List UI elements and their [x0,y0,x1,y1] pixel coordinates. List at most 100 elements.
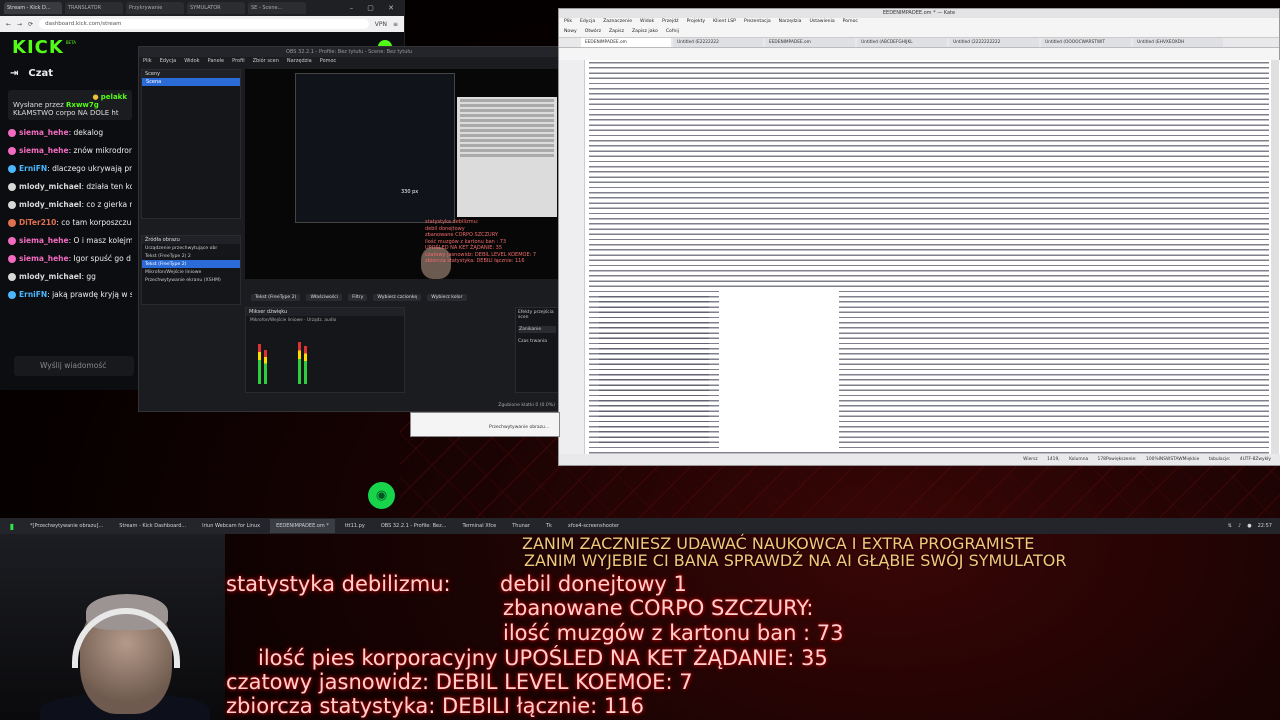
obs-preview[interactable]: statystyka debilizmu: debil donejtowy zban… [245,69,559,279]
source-toolbar-button[interactable]: Wybierz kolor [427,293,467,301]
obs-menu-item[interactable]: Profil [232,57,244,66]
chat-username[interactable]: mlody_michael [19,272,81,281]
kate-tool-button[interactable]: Nowy [564,26,577,37]
kate-menu-item[interactable]: Widok [640,18,654,26]
kate-menu-item[interactable]: Klient LSP [713,18,736,26]
forward-icon[interactable]: → [17,21,22,28]
chat-username[interactable]: ErniFN [19,164,47,173]
source-toolbar-button[interactable]: Filtry [348,293,368,301]
obs-menu-item[interactable]: Plik [143,57,152,66]
browser-tab[interactable]: SE - Scene... [248,2,306,14]
source-toolbar-button[interactable]: Właściwości [306,293,343,301]
browser-tab[interactable]: SYMULATOR [187,2,245,14]
chat-username[interactable]: mlody_michael [19,182,81,191]
chat-message[interactable]: siema_hehe: O i masz kolejm [8,232,132,250]
window-controls-icon[interactable]: – ▢ ✕ [350,4,400,12]
chat-message[interactable]: mlody_michael: co z gierka na r [8,196,132,214]
kate-tool-button[interactable]: Zapisz [609,26,624,37]
code-editor[interactable] [559,60,1280,456]
kate-menu-item[interactable]: Przejdź [662,18,678,26]
chat-username[interactable]: siema_hehe [19,236,69,245]
kate-status-item[interactable]: INS [1159,457,1166,462]
taskbar-item[interactable]: Stream - Kick Dashboard... [113,519,192,533]
chat-message[interactable]: DiTer210: co tam korposzczu [8,214,132,232]
source-toolbar-button[interactable]: Wybierz czcionkę [373,293,422,301]
kate-tab[interactable]: Untitled (2222222222 [949,38,1039,47]
chat-username[interactable]: siema_hehe [19,128,69,137]
kate-status-item[interactable]: WSTAW [1166,457,1183,462]
taskbar-item[interactable]: Terminal Xfce [456,519,502,533]
source-toolbar-button[interactable]: Tekst (FreeType 2) [251,293,301,301]
pinned-message[interactable]: ● pelakk Wysłane przez Rxww7g KŁAMSTWO c… [8,90,132,120]
mic-icon[interactable]: ● [1247,523,1251,529]
taskbar-item[interactable]: Iriun Webcam for Linux [196,519,266,533]
kate-tool-button[interactable]: Zapisz jako [632,26,658,37]
chat-username[interactable]: ErniFN [19,290,47,299]
obs-menu-item[interactable]: Zbiór scen [253,57,279,66]
address-bar[interactable]: dashboard.kick.com/stream [39,19,369,29]
kate-status-item[interactable]: Zwykły [1255,457,1271,462]
kate-tab[interactable]: EEDENIMPADEE.om [765,38,855,47]
source-item[interactable]: Przechwytywanie ekranu (XSHM) [142,276,240,284]
source-item[interactable]: Mikrofon/Wejście liniowe [142,268,240,276]
chat-message[interactable]: siema_hehe: znów mikrodron [8,142,132,160]
browser-tab[interactable]: TRANSLATOR [65,2,123,14]
taskbar-item[interactable]: Tk [540,519,558,533]
obs-menu-item[interactable]: Pomoc [320,57,337,66]
source-item[interactable]: Tekst (FreeType 2) [142,260,240,268]
back-icon[interactable]: ← [6,21,11,28]
kate-menu-item[interactable]: Zaznaczenie [603,18,632,26]
collapse-chat-icon[interactable]: ⇥ [10,68,18,79]
volume-icon[interactable]: ♪ [1238,523,1241,529]
chat-username[interactable]: siema_hehe [19,254,69,263]
headset-icon[interactable]: ◉ [368,482,395,509]
chat-input[interactable]: Wyślij wiadomość [14,356,134,376]
kate-menu-item[interactable]: Ustawienia [809,18,834,26]
kate-status-item[interactable]: Wiersz 1419, Kolumna 178 [1023,457,1106,462]
transition-select[interactable]: Zanikanie [518,326,556,333]
kate-status-item[interactable]: Miękkie tabulacje: 4 [1183,457,1243,462]
kate-tab[interactable]: Untitled (E2222222 [673,38,763,47]
obs-menu-item[interactable]: Edycja [160,57,177,66]
app-menu-icon[interactable]: ▮ [0,522,24,531]
taskbar-item[interactable]: Thunar [506,519,536,533]
chat-message[interactable]: siema_hehe: Igor spuść go d [8,250,132,268]
chat-username[interactable]: siema_hehe [19,146,69,155]
chat-username[interactable]: mlody_michael [19,200,81,209]
scene-item[interactable]: Scena [142,78,240,86]
editor-scrollbar[interactable] [1271,60,1279,456]
browser-tab[interactable]: Stream - Kick D... [4,2,62,14]
network-icon[interactable]: ⇅ [1228,523,1232,529]
chat-message[interactable]: ErniFN: dlaczego ukrywają praw [8,160,132,178]
kate-tab[interactable]: Untitled (EHVXEOXDH [1133,38,1223,47]
obs-menu-item[interactable]: Narzędzia [287,57,312,66]
menu-icon[interactable]: ≡ [393,21,398,28]
chat-message[interactable]: siema_hehe: dekalog [8,124,132,142]
chat-username[interactable]: DiTer210 [19,218,56,227]
taskbar-item[interactable]: OBS 32.2.1 - Profile: Bez... [375,519,453,533]
source-item[interactable]: Tekst (FreeType 2) 2 [142,252,240,260]
obs-menu-item[interactable]: Panele [208,57,225,66]
kate-tab[interactable]: EEDENIMPADEE.om [581,38,671,47]
taskbar-item[interactable]: EEDENIMPADEE.om * [270,519,335,533]
kate-menu-item[interactable]: Narzędzia [779,18,802,26]
reload-icon[interactable]: ⟳ [28,21,33,28]
source-item[interactable]: Urządzenie przechwytujące obr [142,244,240,252]
obs-menu-item[interactable]: Widok [184,57,199,66]
chat-message[interactable]: mlody_michael: działa ten kod? [8,178,132,196]
taskbar-item[interactable]: ttt11.py [339,519,371,533]
kate-menu-item[interactable]: Plik [564,18,572,26]
kate-tool-button[interactable]: Otwórz [585,26,601,37]
kate-tab[interactable]: Untitled (ABCDEFGHIJKL [857,38,947,47]
kate-menu-item[interactable]: Pomoc [843,18,858,26]
taskbar-item[interactable]: *[Przechwytywanie obrazu]... [24,519,109,533]
kate-tab[interactable]: Untitled (OOOOCWARSTWIT [1041,38,1131,47]
browser-tab[interactable]: Przykrywanie [126,2,184,14]
kick-logo[interactable]: KICK [12,37,64,58]
clock[interactable]: 22:57 [1258,523,1272,529]
kate-tool-button[interactable]: Cofnij [666,26,679,37]
chat-message[interactable]: ErniFN: jaką prawdę kryją w stre [8,286,132,304]
taskbar-item[interactable]: xfce4-screenshooter [562,519,625,533]
kate-status-item[interactable]: UTF-8 [1243,457,1256,462]
kate-menu-item[interactable]: Projekty [687,18,706,26]
